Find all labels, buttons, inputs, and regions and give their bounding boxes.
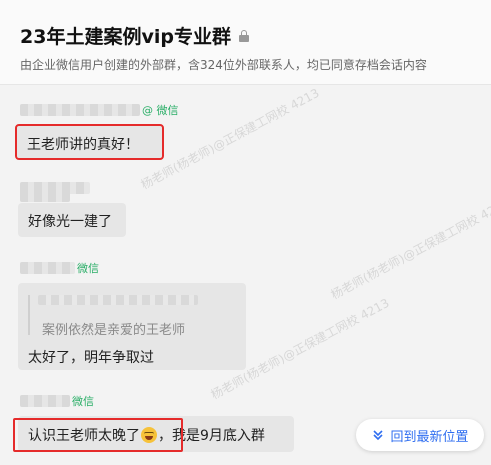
quoted-text: 案例依然是亲爱的王老师: [42, 323, 186, 338]
chat-header: 23年土建案例vip专业群 由企业微信用户创建的外部群，含324位外部联系人，均…: [0, 0, 491, 85]
message-sender[interactable]: 微信: [20, 393, 94, 409]
message-text: 太好了，明年争取过: [28, 350, 154, 366]
redacted-name: [20, 104, 140, 116]
message-bubble[interactable]: 王老师讲的真好！: [15, 124, 164, 160]
watermark-text: 杨老师(杨老师)@正保建工网校 4213: [138, 85, 322, 193]
jump-to-latest-button[interactable]: 回到最新位置: [356, 419, 484, 451]
wechat-source-tag: @ 微信: [142, 104, 179, 117]
redacted-name: [20, 395, 70, 407]
message-text: 王老师讲的真好！: [27, 137, 139, 153]
redacted-name: [20, 190, 70, 202]
redacted-name: [20, 262, 75, 274]
highlight-box: [13, 418, 183, 452]
lock-icon: [238, 29, 249, 42]
title-row: 23年土建案例vip专业群: [20, 22, 249, 49]
double-chevron-down-icon: [373, 430, 384, 441]
wechat-source-tag: 微信: [77, 262, 99, 275]
watermark-text: 杨老师(杨老师)@正保建工网校 4213: [328, 195, 491, 303]
wechat-source-tag: 微信: [72, 395, 94, 408]
jump-to-latest-label: 回到最新位置: [390, 429, 469, 445]
group-title[interactable]: 23年土建案例vip专业群: [20, 22, 231, 49]
message-sender[interactable]: @ 微信: [20, 102, 179, 118]
redacted-quote-sender: [38, 295, 198, 305]
message-bubble[interactable]: 案例依然是亲爱的王老师 太好了，明年争取过: [18, 283, 246, 370]
message-bubble[interactable]: 好像光一建了: [18, 203, 126, 237]
group-subtitle: 由企业微信用户创建的外部群，含324位外部联系人，均已同意存档会话内容: [20, 58, 427, 72]
message-sender[interactable]: 微信: [20, 260, 99, 276]
quoted-message[interactable]: 案例依然是亲爱的王老师: [28, 295, 240, 338]
message-sender-line2: [20, 188, 70, 204]
message-text: 好像光一建了: [28, 214, 112, 230]
